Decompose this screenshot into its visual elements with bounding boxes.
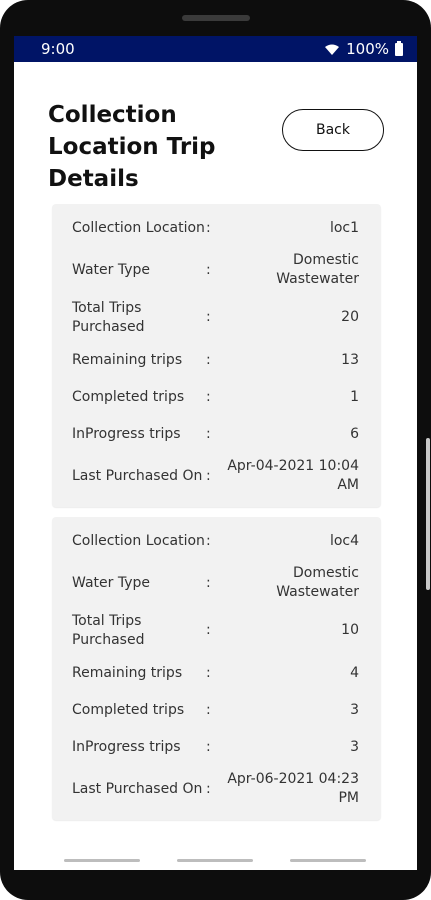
label-last-purchased: Last Purchased On <box>72 467 203 484</box>
row-remaining-trips: Remaining trips : 4 <box>52 655 381 692</box>
trip-card: Collection Location : loc4 Water Type : … <box>52 517 381 820</box>
value-remaining-trips: 13 <box>341 352 359 368</box>
battery-icon <box>395 40 403 56</box>
phone-frame: 9:00 100% Collection Location Trip Detai… <box>0 0 431 900</box>
label-completed-trips: Completed trips <box>72 389 185 405</box>
separator: : <box>206 533 211 549</box>
row-collection-location: Collection Location : loc1 <box>52 210 381 247</box>
value-last-purchased: Apr-06-2021 04:23 PM <box>227 771 359 806</box>
trip-cards: Collection Location : loc1 Water Type : … <box>52 204 381 830</box>
wifi-icon <box>325 44 340 55</box>
row-completed-trips: Completed trips : 1 <box>52 379 381 416</box>
back-button[interactable]: Back <box>282 109 384 151</box>
separator: : <box>206 665 211 681</box>
trip-card: Collection Location : loc1 Water Type : … <box>52 204 381 507</box>
battery-percent: 100% <box>346 40 389 58</box>
row-remaining-trips: Remaining trips : 13 <box>52 342 381 379</box>
value-water-type: Domestic Wastewater <box>276 252 359 287</box>
separator: : <box>206 426 211 442</box>
value-inprogress-trips: 6 <box>350 426 359 442</box>
row-last-purchased: Last Purchased On : Apr-04-2021 10:04 AM <box>52 453 381 499</box>
separator: : <box>206 574 211 591</box>
row-inprogress-trips: InProgress trips : 6 <box>52 416 381 453</box>
separator: : <box>206 261 211 278</box>
value-completed-trips: 3 <box>350 702 359 718</box>
row-collection-location: Collection Location : loc4 <box>52 523 381 560</box>
value-collection-location: loc1 <box>329 220 359 236</box>
row-completed-trips: Completed trips : 3 <box>52 692 381 729</box>
separator: : <box>206 739 211 755</box>
status-bar: 9:00 100% <box>14 36 417 62</box>
value-remaining-trips: 4 <box>350 665 359 681</box>
row-inprogress-trips: InProgress trips : 3 <box>52 729 381 766</box>
side-button <box>426 438 430 590</box>
label-collection-location: Collection Location <box>72 220 205 236</box>
page-title: Collection Location Trip Details <box>48 102 216 192</box>
label-inprogress-trips: InProgress trips <box>72 426 181 442</box>
label-water-type: Water Type <box>72 574 150 591</box>
value-collection-location: loc4 <box>329 533 359 549</box>
value-completed-trips: 1 <box>350 389 359 405</box>
separator: : <box>206 780 211 797</box>
row-last-purchased: Last Purchased On : Apr-06-2021 04:23 PM <box>52 766 381 812</box>
label-water-type: Water Type <box>72 261 150 278</box>
status-time: 9:00 <box>41 40 75 58</box>
nav-back-button[interactable] <box>290 859 366 862</box>
label-collection-location: Collection Location <box>72 533 205 549</box>
label-remaining-trips: Remaining trips <box>72 352 183 368</box>
label-inprogress-trips: InProgress trips <box>72 739 181 755</box>
label-total-trips: Total Trips Purchased <box>72 299 145 335</box>
app-screen: 9:00 100% Collection Location Trip Detai… <box>14 36 417 870</box>
separator: : <box>206 702 211 718</box>
label-remaining-trips: Remaining trips <box>72 665 183 681</box>
value-total-trips: 20 <box>341 309 359 325</box>
separator: : <box>206 352 211 368</box>
separator: : <box>206 220 211 236</box>
value-total-trips: 10 <box>341 622 359 638</box>
nav-recents-button[interactable] <box>64 859 140 862</box>
row-total-trips: Total Trips Purchased : 20 <box>52 293 381 342</box>
row-water-type: Water Type : Domestic Wastewater <box>52 247 381 293</box>
value-last-purchased: Apr-04-2021 10:04 AM <box>227 458 359 493</box>
label-total-trips: Total Trips Purchased <box>72 612 145 648</box>
row-total-trips: Total Trips Purchased : 10 <box>52 606 381 655</box>
separator: : <box>206 309 211 325</box>
label-last-purchased: Last Purchased On <box>72 780 203 797</box>
system-nav-bar <box>14 850 417 870</box>
separator: : <box>206 622 211 638</box>
status-icons: 100% <box>324 40 403 58</box>
speaker-grille <box>182 15 250 21</box>
separator: : <box>206 389 211 405</box>
separator: : <box>206 467 211 484</box>
row-water-type: Water Type : Domestic Wastewater <box>52 560 381 606</box>
label-completed-trips: Completed trips <box>72 702 185 718</box>
value-water-type: Domestic Wastewater <box>276 565 359 600</box>
nav-home-button[interactable] <box>177 859 253 862</box>
value-inprogress-trips: 3 <box>350 739 359 755</box>
